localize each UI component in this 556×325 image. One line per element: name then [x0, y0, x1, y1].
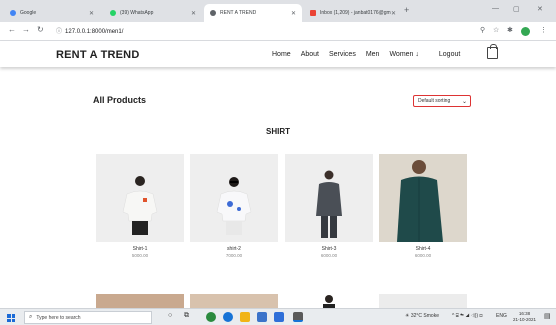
sort-selected-value: Default sorting: [418, 98, 451, 104]
search-placeholder: Type here to search: [36, 314, 81, 321]
store-icon[interactable]: [257, 312, 267, 322]
taskbar-clock[interactable]: 16:38 21-10-2021: [513, 311, 536, 323]
shirt-model-image: [316, 170, 342, 238]
weather-widget[interactable]: ☀ 32°C Smoke: [405, 313, 439, 319]
cortana-icon[interactable]: ○: [168, 312, 172, 319]
product-image-partial[interactable]: [285, 294, 373, 308]
browser-tab-google[interactable]: Google ✕: [4, 4, 100, 22]
whatsapp-favicon-icon: [110, 10, 116, 16]
product-price: 6000.00: [320, 253, 338, 258]
edge-icon[interactable]: [223, 312, 233, 322]
product-name[interactable]: shirt-2: [190, 246, 278, 252]
reload-icon[interactable]: ↻: [37, 25, 44, 34]
tab-title: Google: [20, 10, 37, 16]
google-favicon-icon: [10, 10, 16, 16]
product-price: 6000.00: [414, 253, 432, 258]
clock-date: 21-10-2021: [513, 317, 537, 322]
new-tab-icon[interactable]: +: [404, 5, 409, 15]
product-name[interactable]: Shirt-3: [285, 246, 373, 252]
product-card[interactable]: Shirt-1 5000.00: [96, 154, 184, 258]
sort-select[interactable]: Default sorting ⌄: [413, 95, 471, 107]
tab-title: Inbox (1,209) - janbat0176@gm...: [320, 10, 391, 16]
close-tab-icon[interactable]: ✕: [89, 10, 94, 17]
nav-about[interactable]: About: [301, 51, 319, 58]
shirt-model-image: [122, 176, 158, 235]
product-name[interactable]: Shirt-4: [379, 246, 467, 252]
chrome-icon[interactable]: [206, 312, 216, 322]
nav-women[interactable]: Women ↓: [389, 51, 418, 58]
gmail-favicon-icon: [310, 10, 316, 16]
browser-tab-whatsapp[interactable]: (39) WhatsApp ✕: [104, 4, 202, 22]
maximize-icon[interactable]: ▢: [513, 5, 520, 13]
zoom-icon[interactable]: ⚲: [480, 26, 485, 34]
windows-taskbar: ⌕ Type here to search ○ ⧉ ☀ 32°C Smoke ^…: [0, 308, 556, 325]
product-image[interactable]: [190, 154, 278, 242]
task-view-icon[interactable]: ⧉: [184, 312, 189, 320]
close-window-icon[interactable]: ✕: [537, 5, 543, 13]
section-title: SHIRT: [266, 127, 290, 136]
close-tab-icon[interactable]: ✕: [191, 10, 196, 17]
model-head-image: [323, 295, 335, 308]
tab-title: (39) WhatsApp: [120, 10, 154, 16]
site-header: RENT A TREND Home About Services Men Wom…: [0, 41, 556, 67]
url-text: 127.0.0.1:8000/men1/: [65, 29, 124, 35]
search-icon: ⌕: [29, 314, 33, 320]
terminal-icon[interactable]: [293, 312, 303, 322]
file-explorer-icon[interactable]: [240, 312, 250, 322]
back-icon[interactable]: ←: [8, 25, 16, 34]
globe-favicon-icon: [210, 10, 216, 16]
site-nav: Home About Services Men Women ↓ Logout: [272, 51, 470, 58]
weather-text: 32°C Smoke: [410, 313, 439, 319]
browser-tab-strip: Google ✕ (39) WhatsApp ✕ RENT A TREND ✕ …: [0, 0, 556, 22]
taskbar-search-input[interactable]: ⌕ Type here to search: [24, 311, 152, 324]
minimize-icon[interactable]: —: [492, 5, 499, 12]
language-indicator[interactable]: ENG: [496, 313, 507, 319]
nav-logout[interactable]: Logout: [439, 51, 460, 58]
browser-toolbar: ← → ↻ ⓘ 127.0.0.1:8000/men1/ ⚲ ☆ ✱ ⋮: [0, 22, 556, 41]
bookmark-star-icon[interactable]: ☆: [493, 26, 499, 34]
shopping-bag-icon[interactable]: [487, 44, 498, 59]
product-card[interactable]: shirt-2 7000.00: [190, 154, 278, 258]
nav-men[interactable]: Men: [366, 51, 380, 58]
site-info-icon[interactable]: ⓘ: [56, 29, 62, 35]
product-price: 5000.00: [131, 253, 149, 258]
product-card[interactable]: Shirt-3 6000.00: [285, 154, 373, 258]
product-card[interactable]: Shirt-4 6000.00: [379, 154, 467, 258]
address-bar[interactable]: ⓘ 127.0.0.1:8000/men1/: [56, 26, 123, 35]
shirt-model-image: [216, 177, 252, 235]
extensions-icon[interactable]: ✱: [507, 26, 513, 34]
system-tray-icons[interactable]: ^ ⌸ ☁ ◢ ◁)) ⊡: [452, 313, 483, 319]
close-tab-icon[interactable]: ✕: [291, 10, 296, 17]
product-price: 7000.00: [225, 253, 243, 258]
product-image[interactable]: [96, 154, 184, 242]
product-image-partial[interactable]: [379, 294, 467, 308]
product-image-partial[interactable]: [190, 294, 278, 308]
chevron-down-icon: ⌄: [461, 99, 467, 105]
product-name[interactable]: Shirt-1: [96, 246, 184, 252]
product-image[interactable]: [379, 154, 467, 242]
profile-avatar-icon[interactable]: [521, 27, 530, 36]
page-title: All Products: [93, 95, 147, 105]
product-image-partial[interactable]: [96, 294, 184, 308]
tab-title: RENT A TREND: [220, 10, 257, 16]
shirt-model-image: [397, 160, 443, 242]
close-tab-icon[interactable]: ✕: [391, 10, 396, 17]
browser-tab-gmail[interactable]: Inbox (1,209) - janbat0176@gm... ✕: [304, 4, 402, 22]
site-brand[interactable]: RENT A TREND: [56, 49, 139, 61]
nav-home[interactable]: Home: [272, 51, 291, 58]
browser-menu-icon[interactable]: ⋮: [540, 26, 547, 34]
product-image[interactable]: [285, 154, 373, 242]
browser-tab-rent-a-trend[interactable]: RENT A TREND ✕: [204, 4, 302, 22]
forward-icon[interactable]: →: [22, 25, 30, 34]
mail-icon[interactable]: [274, 312, 284, 322]
notifications-icon[interactable]: ▤: [544, 312, 551, 320]
nav-services[interactable]: Services: [329, 51, 356, 58]
windows-start-icon[interactable]: [7, 314, 15, 322]
